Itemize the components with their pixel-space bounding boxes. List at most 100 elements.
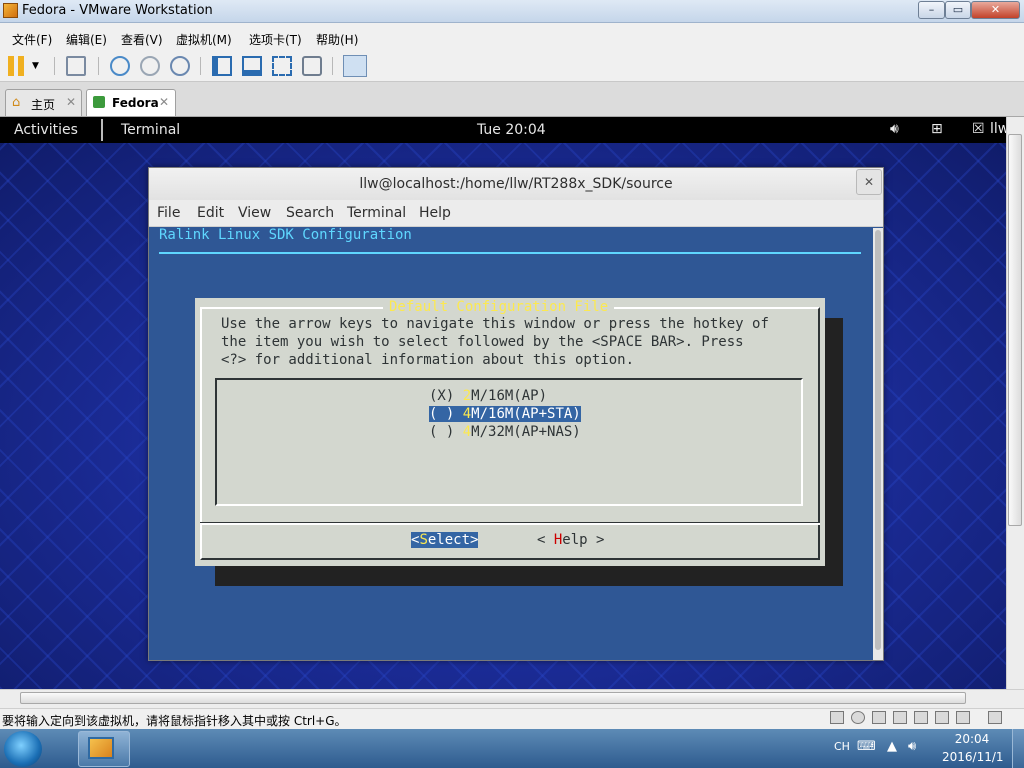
toolbar-separator [54, 57, 55, 75]
terminal-menu-file[interactable]: File [157, 205, 180, 221]
vm-icon [93, 96, 105, 108]
select-button[interactable]: <Select> [411, 532, 479, 548]
option-radio: ( ) [429, 424, 463, 440]
message-log-icon[interactable] [988, 711, 1002, 724]
menu-vm[interactable]: 虚拟机(M) [176, 31, 232, 48]
terminal-menu-edit[interactable]: Edit [197, 205, 224, 221]
toolbar-separator [332, 57, 333, 75]
user-name[interactable]: llw [990, 121, 1006, 137]
terminal-menu-search[interactable]: Search [286, 205, 334, 221]
help-bracket: < [537, 532, 554, 548]
taskbar-date[interactable]: 2016/11/1 [942, 750, 1004, 764]
network-adapter-icon[interactable] [893, 711, 907, 724]
chevron-down-icon[interactable]: ▼ [32, 61, 39, 71]
menu-view[interactable]: 查看(V) [121, 31, 163, 48]
menu-help[interactable]: 帮助(H) [316, 31, 358, 48]
option-item[interactable]: (X) 2M/16M(AP) [429, 388, 547, 404]
printer-icon[interactable] [914, 711, 928, 724]
select-label: elect [427, 532, 471, 548]
terminal-app-icon [101, 119, 117, 141]
console-view-icon[interactable] [242, 56, 262, 76]
option-radio: ( ) [429, 406, 463, 422]
menu-edit[interactable]: 编辑(E) [66, 31, 107, 48]
display-icon[interactable] [956, 711, 970, 724]
terminal-menubar: File Edit View Search Terminal Help [149, 200, 883, 227]
clock[interactable]: Tue 20:04 [477, 122, 546, 138]
vertical-scroll-thumb[interactable] [1008, 134, 1022, 526]
unity-icon[interactable] [302, 56, 322, 76]
sidebar-view-icon[interactable] [212, 56, 232, 76]
window-title: Fedora - VMware Workstation [22, 3, 213, 18]
tab-home-label: 主页 [31, 98, 56, 112]
toolbar: ▼ [0, 51, 1024, 82]
snapshot-manager-icon[interactable] [170, 56, 190, 76]
tab-bar: ⌂ 主页 ✕ Fedora ✕ [0, 82, 1024, 117]
hard-disk-icon[interactable] [830, 711, 844, 724]
terminal-window[interactable]: llw@localhost:/home/llw/RT288x_SDK/sourc… [148, 167, 884, 661]
tab-fedora-close-icon[interactable]: ✕ [159, 95, 169, 109]
option-label: M/16M(AP+STA) [471, 406, 581, 422]
snapshot-icon[interactable] [110, 56, 130, 76]
volume-icon[interactable]: 🔊︎ [890, 121, 899, 137]
option-hotkey: 2 [462, 388, 472, 404]
tab-home-close-icon[interactable]: ✕ [66, 95, 76, 109]
dialog-help-line: Use the arrow keys to navigate this wind… [221, 316, 769, 332]
close-button[interactable]: ✕ [971, 1, 1020, 19]
config-dialog: Default Configuration File Use the arrow… [195, 298, 825, 566]
help-label: elp [562, 532, 588, 548]
toolbar-separator [98, 57, 99, 75]
tray-expand-icon[interactable]: ▲ [887, 739, 897, 754]
dialog-button-separator [200, 522, 820, 525]
option-radio: (X) [429, 388, 463, 404]
status-bar: 要将输入定向到该虚拟机，请将鼠标指针移入其中或按 Ctrl+G。 [0, 708, 1024, 729]
home-icon: ⌂ [12, 95, 21, 110]
option-hotkey: 4 [462, 406, 472, 422]
terminal-menu-view[interactable]: View [238, 205, 271, 221]
terminal-menu-terminal[interactable]: Terminal [347, 205, 406, 221]
select-hotkey: S [419, 532, 428, 548]
keyboard-icon[interactable]: ⌨ [857, 739, 876, 754]
minimize-button[interactable]: – [918, 1, 945, 19]
option-item-selected[interactable]: ( ) 4M/16M(AP+STA) [429, 406, 581, 422]
terminal-close-button[interactable]: ✕ [856, 169, 882, 195]
menubar: 文件(F) 编辑(E) 查看(V) 虚拟机(M) 选项卡(T) 帮助(H) [0, 23, 1024, 51]
help-button[interactable]: < Help > [537, 532, 604, 548]
cd-drive-icon[interactable] [851, 711, 865, 724]
terminal-scroll-thumb[interactable] [875, 230, 881, 650]
fullscreen-icon[interactable] [272, 56, 292, 76]
activities-button[interactable]: Activities [14, 122, 78, 138]
maximize-button[interactable]: ▭ [945, 1, 971, 19]
terminal-menu-help[interactable]: Help [419, 205, 451, 221]
send-keys-icon[interactable] [66, 56, 86, 76]
dialog-title: Default Configuration File [383, 299, 615, 315]
tab-home[interactable]: ⌂ 主页 ✕ [5, 89, 82, 116]
app-menu[interactable]: Terminal [121, 122, 180, 138]
power-pause-icon[interactable] [8, 56, 28, 76]
tab-fedora-label: Fedora [112, 96, 159, 110]
select-bracket: > [470, 532, 479, 548]
view-toggle-icon[interactable] [343, 55, 367, 77]
show-desktop-button[interactable] [1012, 729, 1024, 768]
sound-card-icon[interactable] [935, 711, 949, 724]
tab-fedora[interactable]: Fedora ✕ [86, 89, 176, 116]
option-item[interactable]: ( ) 4M/32M(AP+NAS) [429, 424, 581, 440]
floppy-icon[interactable] [872, 711, 886, 724]
horizontal-scroll-thumb[interactable] [20, 692, 966, 704]
taskbar-time[interactable]: 20:04 [942, 732, 1002, 746]
vmware-app-icon [3, 3, 18, 18]
gnome-top-bar: Activities Terminal Tue 20:04 🔊︎ ⊞ ☒ llw [0, 117, 1006, 143]
status-message: 要将输入定向到该虚拟机，请将鼠标指针移入其中或按 Ctrl+G。 [2, 714, 347, 728]
speaker-icon[interactable]: 🔊︎ [908, 739, 916, 754]
option-label: M/16M(AP) [471, 388, 548, 404]
network-icon[interactable]: ⊞ [931, 121, 943, 137]
toolbar-separator [200, 57, 201, 75]
user-icon[interactable]: ☒ [972, 121, 985, 137]
revert-snapshot-icon[interactable] [140, 56, 160, 76]
language-indicator[interactable]: CH [834, 740, 850, 753]
start-button[interactable] [4, 731, 42, 767]
option-label: M/32M(AP+NAS) [471, 424, 581, 440]
terminal-title: llw@localhost:/home/llw/RT288x_SDK/sourc… [359, 176, 673, 192]
guest-screen[interactable]: Activities Terminal Tue 20:04 🔊︎ ⊞ ☒ llw… [0, 117, 1006, 689]
menu-tabs[interactable]: 选项卡(T) [249, 31, 302, 48]
menu-file[interactable]: 文件(F) [12, 31, 52, 48]
